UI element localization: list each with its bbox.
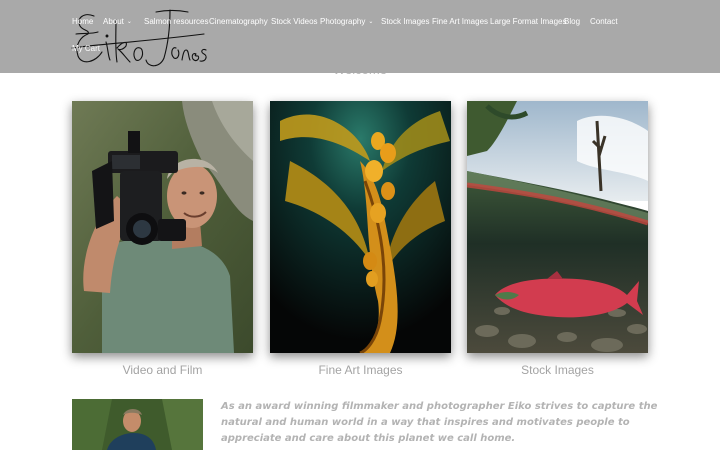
chevron-down-icon: ⌄ xyxy=(368,19,374,25)
nav-item-cinematography[interactable]: Cinematography xyxy=(209,17,268,26)
nav-label: Stock Images xyxy=(381,17,430,26)
nav-label: Photography xyxy=(320,17,366,26)
nav-label: Cinematography xyxy=(209,17,268,26)
nav-label: My Cart xyxy=(72,44,100,53)
nav-label: Contact xyxy=(590,17,618,26)
fine-art-images-image[interactable] xyxy=(270,101,451,353)
mission-statement: As an award winning filmmaker and photog… xyxy=(221,399,658,447)
video-and-film-link[interactable]: Video and Film xyxy=(72,363,253,377)
nav-item-large-format-images[interactable]: Large Format Images xyxy=(490,17,566,26)
nav-item-contact[interactable]: Contact xyxy=(590,17,618,26)
nav-label: Blog xyxy=(564,17,581,26)
stock-images-link[interactable]: Stock Images xyxy=(467,363,648,377)
nav-label: Large Format Images xyxy=(490,17,567,26)
main-navigation: Home About ⌄ Salmon resources Cinematogra… xyxy=(72,17,632,67)
fine-art-images-link[interactable]: Fine Art Images xyxy=(270,363,451,377)
nav-item-fine-art-images[interactable]: Fine Art Images xyxy=(432,17,488,26)
nav-item-about[interactable]: About ⌄ xyxy=(103,17,132,26)
nav-item-stock-images[interactable]: Stock Images xyxy=(381,17,429,26)
video-and-film-image[interactable] xyxy=(72,101,253,353)
nav-item-my-cart[interactable]: My Cart xyxy=(72,44,100,53)
mission-line: natural and human world in a way that in… xyxy=(221,417,630,428)
nav-label: Fine Art Images xyxy=(432,17,489,26)
nav-item-home[interactable]: Home xyxy=(72,17,93,26)
stock-images-image[interactable] xyxy=(467,101,648,353)
nav-item-salmon-resources[interactable]: Salmon resources xyxy=(144,17,208,26)
nav-label: Stock Videos xyxy=(271,17,318,26)
nav-item-blog[interactable]: Blog xyxy=(564,17,580,26)
chevron-down-icon: ⌄ xyxy=(126,19,132,25)
eiko-portrait-image xyxy=(72,399,203,450)
nav-label: About xyxy=(103,17,124,26)
nav-item-photography[interactable]: Photography ⌄ xyxy=(320,17,373,26)
mission-line: appreciate and care about this planet we… xyxy=(221,433,516,444)
mission-line: As an award winning filmmaker and photog… xyxy=(221,401,658,412)
nav-label: Salmon resources xyxy=(144,17,209,26)
nav-label: Home xyxy=(72,17,94,26)
nav-item-stock-videos[interactable]: Stock Videos xyxy=(271,17,318,26)
